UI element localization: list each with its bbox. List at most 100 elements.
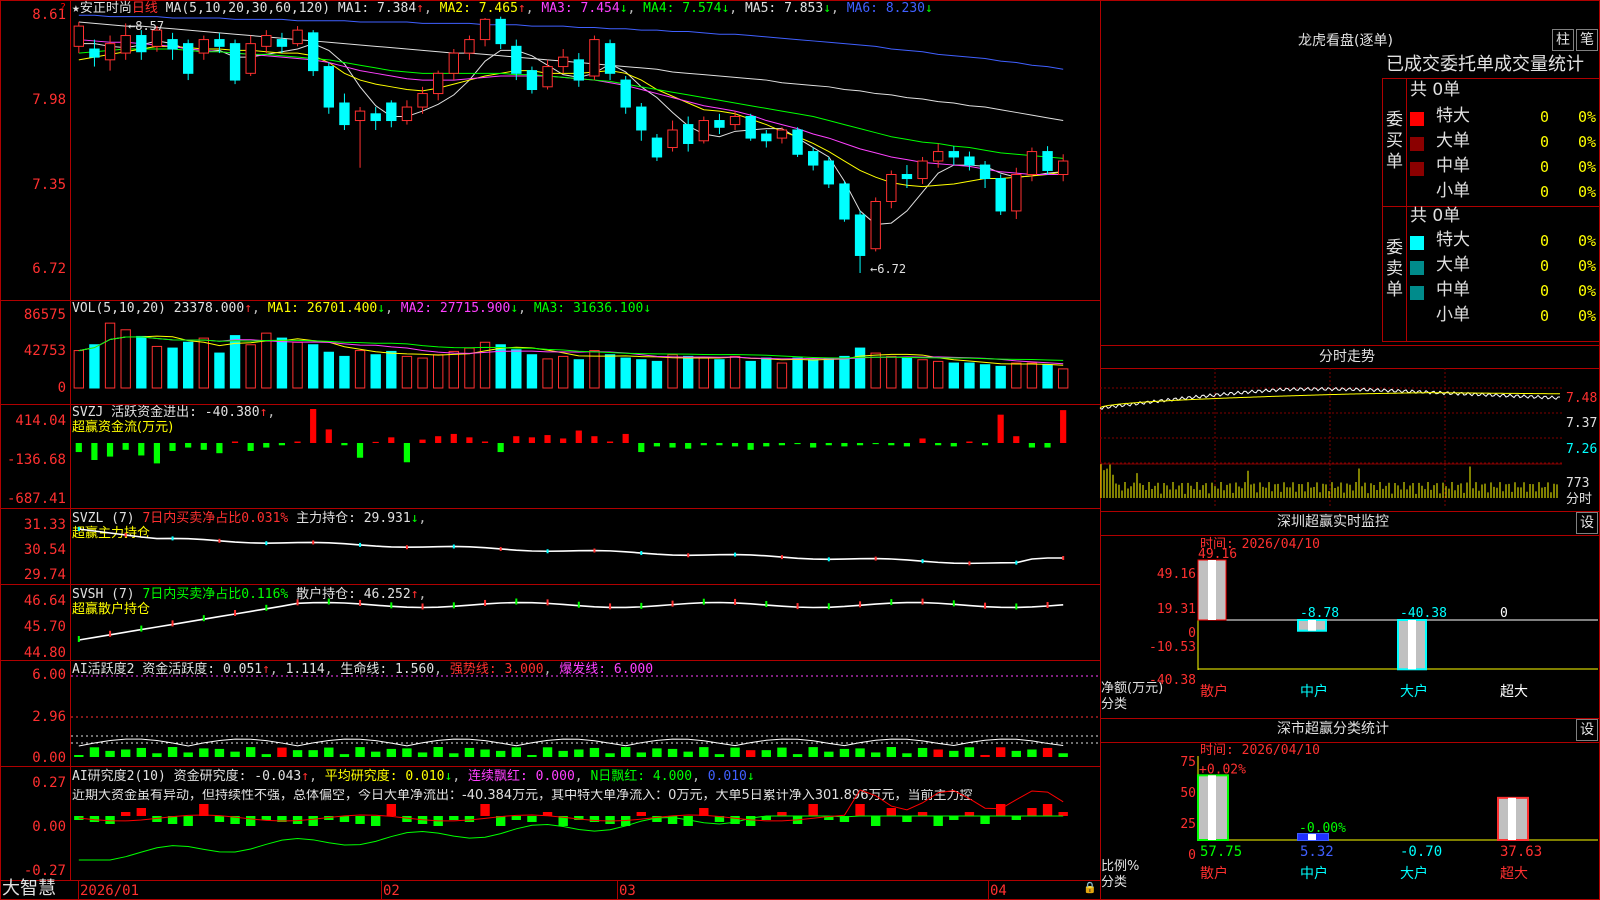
- ai2-bar: [1027, 808, 1037, 816]
- svsh-chart[interactable]: [71, 598, 1101, 658]
- volume-bar: [183, 341, 194, 389]
- date-bar-divider: [0, 880, 1100, 881]
- date-tick: [78, 880, 79, 900]
- monitor-bar-label: 0: [1500, 606, 1508, 621]
- candle-body: [1058, 160, 1069, 176]
- svzl-mark: [359, 542, 362, 547]
- ai1-bar: [511, 747, 521, 757]
- order-row-name: 大单: [1436, 131, 1470, 151]
- class-chart[interactable]: +0.02% 57.75 散户 -0.00% 5.32 中户 -0.70 大户 37.63 超大: [1197, 756, 1598, 896]
- class-cat-label: 大户: [1400, 865, 1428, 882]
- svzj-chart[interactable]: [71, 406, 1101, 502]
- date-tick: [988, 880, 989, 900]
- ai2-bar: [246, 816, 256, 826]
- svzj-bar: [247, 443, 254, 451]
- svzj-bar: [638, 443, 645, 453]
- svzj-bar: [903, 443, 910, 447]
- ai1-y-tick: 6.00: [32, 667, 66, 683]
- monitor-y-tick: 0: [1188, 626, 1196, 641]
- monitor-chart[interactable]: 49.16 散户 -8.78 中户 -40.38 大户 0 超大: [1197, 547, 1598, 720]
- svzj-bar: [935, 443, 942, 446]
- volume-bar: [370, 354, 381, 389]
- volume-bar: [808, 359, 819, 389]
- volume-bar: [948, 362, 959, 389]
- candle-body: [511, 45, 522, 74]
- svsh-y-tick: 46.64: [23, 593, 66, 609]
- svzl-mark: [827, 557, 830, 562]
- candle-body: [933, 151, 944, 162]
- svsh-mark: [890, 599, 893, 606]
- vol-y-tick: 42753: [23, 343, 66, 359]
- candle-body: [1011, 174, 1022, 212]
- legend-swatch: [1410, 137, 1424, 151]
- order-row-count: 0: [1540, 158, 1550, 176]
- monitor-settings-button[interactable]: 设: [1576, 512, 1598, 534]
- svsh-mark: [671, 600, 674, 607]
- date-tick: [617, 880, 618, 900]
- svzl-mark: [921, 559, 924, 564]
- order-row-pct: 0%: [1578, 257, 1597, 275]
- buy-label: 委买单: [1386, 110, 1403, 172]
- candle-body: [870, 200, 881, 250]
- ma-line-MA3: [78, 39, 1064, 176]
- class-settings-button[interactable]: 设: [1576, 719, 1598, 741]
- order-row-name: 特大: [1436, 106, 1470, 126]
- svzj-bar: [278, 443, 285, 446]
- svsh-mark: [546, 599, 549, 606]
- svzj-bar: [153, 443, 160, 464]
- ai2-bar: [105, 816, 115, 824]
- low-note: ←6.72: [870, 262, 907, 276]
- kline-chart[interactable]: [71, 8, 1101, 298]
- candle-body: [683, 124, 694, 144]
- candle-body: [214, 39, 225, 47]
- svzl-y-tick: 29.74: [23, 567, 66, 583]
- svsh-mark: [202, 615, 205, 622]
- svsh-mark: [421, 603, 424, 610]
- candle-body: [604, 43, 616, 74]
- volume-bar: [854, 347, 866, 389]
- candle-body: [651, 137, 663, 158]
- bar-view-button[interactable]: 柱: [1552, 29, 1574, 51]
- right-divider: [1100, 345, 1600, 346]
- svsh-mark: [1015, 603, 1018, 610]
- ai2-bar: [886, 808, 896, 816]
- intraday-y-tick: 7.37: [1566, 416, 1598, 431]
- ai1-bar: [761, 750, 771, 757]
- svzl-line: [78, 528, 1064, 565]
- class-top-label: +0.02%: [1199, 762, 1246, 777]
- sell-label: 委卖单: [1386, 238, 1403, 300]
- svzj-bar: [138, 443, 145, 456]
- class-y-tick: 50: [1180, 786, 1196, 801]
- ai1-bar: [824, 751, 834, 757]
- svzj-bar: [700, 443, 707, 446]
- ai1-bar: [214, 748, 225, 757]
- ai2-chart[interactable]: [71, 789, 1101, 880]
- order-row-name: 大单: [1436, 255, 1470, 275]
- svzj-bar: [888, 443, 895, 446]
- volume-chart[interactable]: [71, 316, 1101, 396]
- svzj-bar: [606, 441, 614, 443]
- ai1-bar: [324, 747, 334, 757]
- ai1-chart[interactable]: [71, 660, 1101, 760]
- svsh-mark: [859, 601, 862, 608]
- intraday-chart[interactable]: [1099, 368, 1562, 508]
- svsh-mark: [765, 601, 768, 608]
- ma-line-MA5: [78, 21, 1064, 122]
- svzj-bar: [856, 443, 864, 446]
- svzj-bar: [231, 441, 239, 443]
- candle-body: [73, 25, 84, 47]
- candle-body: [964, 156, 975, 166]
- ai1-bar: [839, 748, 850, 757]
- svsh-mark: [296, 599, 299, 606]
- lock-icon[interactable]: 🔒: [1083, 882, 1097, 893]
- candle-body: [698, 120, 709, 142]
- volume-bar: [558, 355, 569, 389]
- intraday-y-tick: 7.48: [1566, 391, 1598, 406]
- right-divider: [1100, 535, 1600, 536]
- ai1-bar: [605, 753, 615, 757]
- pen-view-button[interactable]: 笔: [1576, 29, 1598, 51]
- stat-tabs[interactable]: 已成交委托单成交量统计: [1386, 56, 1584, 74]
- svzj-bar: [356, 443, 364, 458]
- svzl-chart[interactable]: [71, 524, 1101, 584]
- svzj-bar: [747, 443, 754, 450]
